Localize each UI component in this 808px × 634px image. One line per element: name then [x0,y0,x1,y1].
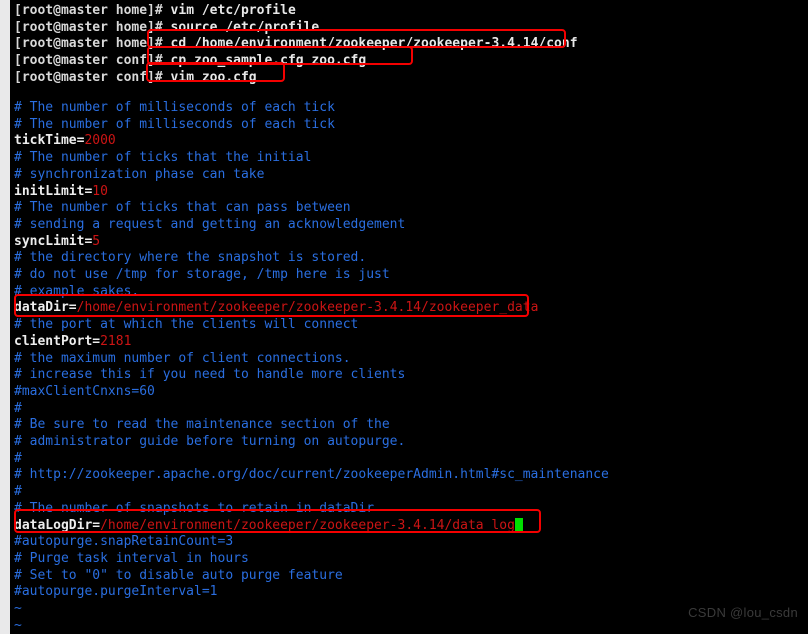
text-cursor [514,517,523,531]
config-value: 10 [92,183,108,199]
config-line: # example sakes. [14,284,139,301]
csdn-watermark: CSDN @lou_csdn [688,605,798,620]
config-line: # Be sure to read the maintenance sectio… [14,417,390,434]
shell-line-4: [root@master conf]# cp zoo_sample.cfg zo… [14,53,366,70]
config-line: # [14,401,22,418]
config-line: initLimit=10 [14,184,108,201]
config-comment: # The number of milliseconds of each tic… [14,100,335,115]
config-line: ~ [14,618,22,634]
config-comment: # increase this if you need to handle mo… [14,367,406,383]
config-comment: # Set to "0" to disable auto purge featu… [14,567,343,583]
vim-empty-line-marker: ~ [14,617,22,633]
config-line: # The number of ticks that the initial [14,150,311,167]
config-line: tickTime=2000 [14,133,116,150]
config-line: # Set to "0" to disable auto purge featu… [14,568,343,585]
config-line: clientPort=2181 [14,334,131,351]
config-line: # [14,451,22,468]
config-line: #maxClientCnxns=60 [14,384,155,401]
config-key: initLimit= [14,183,93,199]
config-value: /home/environment/zookeeper/zookeeper-3.… [100,517,515,533]
config-line: dataDir=/home/environment/zookeeper/zook… [14,300,538,317]
config-comment: # http://zookeeper.apache.org/doc/curren… [14,467,609,483]
config-line: #autopurge.snapRetainCount=3 [14,534,233,551]
config-value: 5 [92,233,101,249]
config-line: # the directory where the snapshot is st… [14,250,366,267]
config-line: # increase this if you need to handle mo… [14,367,405,384]
config-comment: # The number of ticks that can pass betw… [14,200,351,216]
config-line: dataLogDir=/home/environment/zookeeper/z… [14,517,523,535]
terminal-screenshot: [root@master home]# vim /etc/profile [ro… [0,0,808,634]
shell-line-5: [root@master conf]# vim zoo.cfg [14,70,257,87]
config-comment: # sending a request and getting an ackno… [14,216,406,232]
config-key: tickTime= [14,133,85,149]
config-comment: # [14,450,22,466]
shell-command-text: vim zoo.cfg [162,69,257,85]
shell-prompt: [root@master home]# [14,36,163,52]
config-comment: # Purge task interval in hours [14,550,249,566]
config-line: # sending a request and getting an ackno… [14,217,405,234]
shell-line-2: [root@master home]# source /etc/profile [14,20,319,37]
config-line: # http://zookeeper.apache.org/doc/curren… [14,467,609,484]
config-line: # The number of ticks that can pass betw… [14,200,351,217]
config-comment: # Be sure to read the maintenance sectio… [14,417,390,433]
shell-command-text: source /etc/profile [162,19,320,35]
vim-empty-line-marker: ~ [14,601,22,616]
config-comment: #maxClientCnxns=60 [14,383,155,399]
terminal-window[interactable]: [root@master home]# vim /etc/profile [ro… [10,0,808,634]
shell-prompt: [root@master home]# [14,19,163,35]
config-comment: # example sakes. [14,283,140,299]
config-line: syncLimit=5 [14,234,100,251]
config-comment: # The number of milliseconds of each tic… [14,116,335,132]
config-line: # The number of milliseconds of each tic… [14,100,335,117]
config-comment: # do not use /tmp for storage, /tmp here… [14,267,390,282]
config-comment: # synchronization phase can take [14,166,265,182]
config-line: # administrator guide before turning on … [14,434,405,451]
shell-command-text: cp zoo_sample.cfg zoo.cfg [162,53,367,69]
config-key: syncLimit= [14,233,93,249]
config-value: 2181 [100,333,132,349]
config-comment: # the directory where the snapshot is st… [14,250,367,266]
left-gutter-strip [0,0,10,634]
config-line: # The number of milliseconds of each tic… [14,117,335,134]
config-comment: # The number of ticks that the initial [14,150,312,166]
config-comment: # the port at which the clients will con… [14,317,359,333]
config-line: #autopurge.purgeInterval=1 [14,584,218,601]
config-line: # synchronization phase can take [14,167,264,184]
shell-command-text: cd /home/environment/zookeeper/zookeeper… [162,36,578,52]
config-comment: # administrator guide before turning on … [14,434,406,449]
shell-line-1: [root@master home]# vim /etc/profile [14,3,296,20]
config-line: # do not use /tmp for storage, /tmp here… [14,267,390,284]
config-line: # The number of snapshots to retain in d… [14,501,374,518]
config-line: # Purge task interval in hours [14,551,249,568]
config-key: dataLogDir= [14,517,101,533]
config-key: dataDir= [14,300,77,316]
config-value: /home/environment/zookeeper/zookeeper-3.… [76,300,539,316]
config-comment: # [14,484,22,500]
config-line: ~ [14,601,22,618]
shell-prompt: [root@master conf]# [14,69,163,85]
config-comment: #autopurge.purgeInterval=1 [14,584,218,600]
config-value: 2000 [84,133,116,149]
config-comment: # the maximum number of client connectio… [14,350,351,366]
shell-line-3: [root@master home]# cd /home/environment… [14,36,578,53]
config-line: # the port at which the clients will con… [14,317,358,334]
config-comment: #autopurge.snapRetainCount=3 [14,534,234,550]
config-comment: # The number of snapshots to retain in d… [14,500,375,516]
config-key: clientPort= [14,333,101,349]
config-comment: # [14,400,22,416]
config-line: # [14,484,22,501]
shell-prompt: [root@master home]# [14,3,163,18]
shell-prompt: [root@master conf]# [14,53,163,69]
config-line: # the maximum number of client connectio… [14,351,351,368]
shell-command-text: vim /etc/profile [162,3,296,18]
